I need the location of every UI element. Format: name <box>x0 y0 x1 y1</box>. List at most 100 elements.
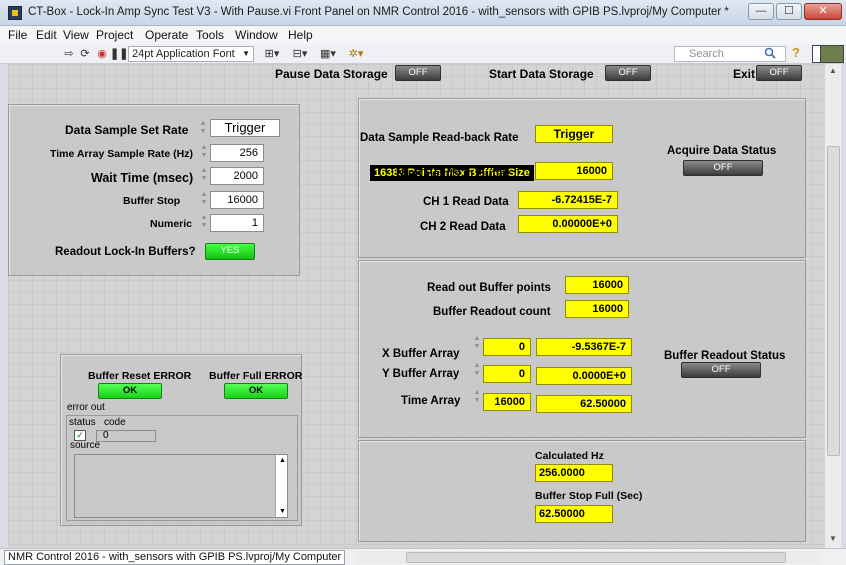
buffer-stop-control[interactable]: 16000 <box>210 191 264 209</box>
horizontal-scroll-thumb[interactable] <box>406 552 786 563</box>
abort-icon[interactable]: ◉ <box>95 47 109 61</box>
font-select-value: 24pt Application Font <box>132 48 235 60</box>
time-value-indicator: 62.50000 <box>536 395 632 413</box>
source-scrollbar[interactable]: ▲ ▼ <box>275 455 287 517</box>
menu-bar: File Edit View Project Operate Tools Win… <box>0 26 846 44</box>
menu-file[interactable]: File <box>8 28 27 42</box>
exit-button[interactable]: OFF <box>756 65 802 81</box>
readout-count-label: Buffer Readout count <box>433 306 551 318</box>
buffer-stop-spinner[interactable]: ▲ ▼ <box>200 191 208 209</box>
scroll-down-icon[interactable]: ▼ <box>829 534 837 543</box>
acquire-status-label: Acquire Data Status <box>667 145 777 157</box>
menu-window[interactable]: Window <box>235 28 278 42</box>
distribute-objects-icon[interactable]: ⊟▾ <box>290 47 310 61</box>
y-index-spinner[interactable]: ▲ ▼ <box>473 362 481 380</box>
readout-lockin-label: Readout Lock-In Buffers? <box>55 246 196 258</box>
chevron-down-icon: ▼ <box>242 49 250 58</box>
error-out-label: error out <box>67 402 105 413</box>
title-bar: CT-Box - Lock-In Amp Sync Test V3 - With… <box>0 0 846 26</box>
pause-icon[interactable]: ❚❚ <box>110 47 128 61</box>
time-index-spinner[interactable]: ▲ ▼ <box>473 389 481 407</box>
code-field[interactable]: 0 <box>96 430 156 442</box>
menu-view[interactable]: View <box>63 28 89 42</box>
readout-status-label: Buffer Readout Status <box>664 350 786 362</box>
x-index-control[interactable]: 0 <box>483 338 531 356</box>
rate-label: Data Sample Set Rate <box>65 123 189 137</box>
buffer-full-error-label: Buffer Full ERROR <box>209 370 303 382</box>
readback-rate-indicator: Trigger <box>535 125 613 143</box>
scroll-up-icon[interactable]: ▲ <box>279 457 286 464</box>
buffer-reset-error-label: Buffer Reset ERROR <box>88 370 192 382</box>
code-value: 0 <box>103 430 109 441</box>
y-index-control[interactable]: 0 <box>483 365 531 383</box>
readout-lockin-button[interactable]: YES <box>205 243 255 260</box>
menu-tools[interactable]: Tools <box>196 28 224 42</box>
numeric-label: Numeric <box>150 218 193 230</box>
horizontal-scrollbar[interactable] <box>356 551 820 564</box>
time-index-control[interactable]: 16000 <box>483 393 531 411</box>
source-textbox[interactable]: ▲ ▼ <box>74 454 288 518</box>
buffer-stop-full-indicator: 62.50000 <box>535 505 613 523</box>
ch1-indicator: -6.72415E-7 <box>518 191 618 209</box>
vertical-scroll-thumb[interactable] <box>827 146 840 456</box>
menu-help[interactable]: Help <box>288 28 313 42</box>
search-icon[interactable] <box>764 47 776 59</box>
search-placeholder: Search <box>689 48 724 60</box>
menu-edit[interactable]: Edit <box>36 28 57 42</box>
x-buffer-label: X Buffer Array <box>382 348 460 360</box>
start-data-storage-label: Start Data Storage <box>489 67 594 81</box>
reorder-icon[interactable]: ✲▾ <box>346 47 366 61</box>
vi-icon[interactable] <box>820 45 844 63</box>
x-index-spinner[interactable]: ▲ ▼ <box>473 335 481 353</box>
scroll-up-icon[interactable]: ▲ <box>829 66 837 75</box>
time-rate-label: Time Array Sample Rate (Hz) <box>50 148 193 160</box>
readback-rate-label: Data Sample Read-back Rate <box>360 132 519 144</box>
time-rate-control[interactable]: 256 <box>210 144 264 162</box>
vertical-scrollbar[interactable]: ▲ ▼ <box>824 64 841 548</box>
wait-time-spinner[interactable]: ▲ ▼ <box>200 167 208 185</box>
numeric-spinner[interactable]: ▲ ▼ <box>200 214 208 232</box>
pause-data-storage-button[interactable]: OFF <box>395 65 441 81</box>
buffer-reset-error-indicator: OK <box>98 383 162 399</box>
minimize-button[interactable]: — <box>748 3 774 20</box>
run-continuously-icon[interactable]: ⟳ <box>78 47 92 61</box>
calculated-hz-indicator: 256.0000 <box>535 464 613 482</box>
readout-points-label: Read out Buffer points <box>427 282 551 294</box>
run-arrow-icon[interactable]: ⇨ <box>62 47 76 61</box>
buffer-full-error-indicator: OK <box>224 383 288 399</box>
ch1-label: CH 1 Read Data <box>423 196 509 208</box>
project-path: NMR Control 2016 - with_sensors with GPI… <box>4 550 346 565</box>
buffer-stop-full-label: Buffer Stop Full (Sec) <box>535 490 643 502</box>
font-select[interactable]: 24pt Application Font ▼ <box>128 46 254 62</box>
ch2-indicator: 0.00000E+0 <box>518 215 618 233</box>
start-data-storage-button[interactable]: OFF <box>605 65 651 81</box>
help-icon[interactable]: ? <box>792 45 800 60</box>
maximize-button[interactable]: ☐ <box>776 3 802 20</box>
y-value-indicator: 0.0000E+0 <box>536 367 632 385</box>
buffer-stop-label: Buffer Stop <box>123 195 181 207</box>
rate-spinner[interactable]: ▲ ▼ <box>199 120 207 138</box>
numeric-control[interactable]: 1 <box>210 214 264 232</box>
scroll-down-icon[interactable]: ▼ <box>279 508 286 515</box>
resize-objects-icon[interactable]: ▦▾ <box>318 47 338 61</box>
rate-control[interactable]: Trigger <box>210 119 280 137</box>
menu-project[interactable]: Project <box>96 28 133 42</box>
time-rate-spinner[interactable]: ▲ ▼ <box>200 144 208 162</box>
front-panel: Pause Data Storage OFF Start Data Storag… <box>8 64 824 548</box>
align-objects-icon[interactable]: ⊞▾ <box>262 47 282 61</box>
num-points-label: Num Points in Buffer <box>396 168 511 180</box>
ch2-label: CH 2 Read Data <box>420 221 506 233</box>
source-label: source <box>70 440 101 451</box>
readout-status-indicator: OFF <box>681 362 761 378</box>
x-value-indicator: -9.5367E-7 <box>536 338 632 356</box>
code-label: code <box>104 417 126 428</box>
num-points-indicator: 16000 <box>535 162 613 180</box>
status-bar: NMR Control 2016 - with_sensors with GPI… <box>0 548 846 565</box>
menu-operate[interactable]: Operate <box>145 28 188 42</box>
calculated-hz-label: Calculated Hz <box>535 450 604 462</box>
toolbar: ⇨ ⟳ ◉ ❚❚ 24pt Application Font ▼ ⊞▾ ⊟▾ ▦… <box>0 44 846 64</box>
y-buffer-label: Y Buffer Array <box>382 368 460 380</box>
close-button[interactable]: ✕ <box>804 3 842 20</box>
wait-time-control[interactable]: 2000 <box>210 167 264 185</box>
status-label: status <box>69 417 96 428</box>
